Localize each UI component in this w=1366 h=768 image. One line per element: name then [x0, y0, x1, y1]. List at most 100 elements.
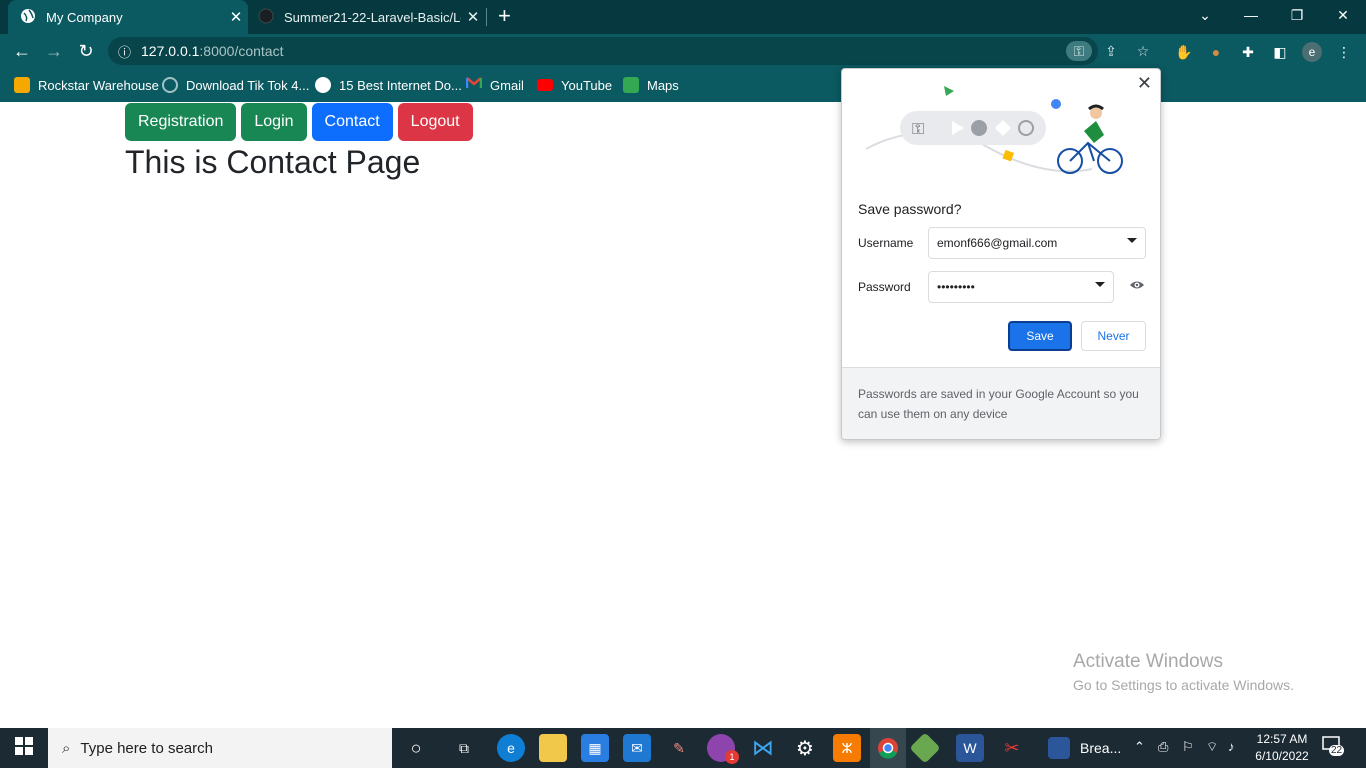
activate-windows-title: Activate Windows — [1073, 651, 1223, 672]
gmail-icon — [465, 77, 483, 93]
share-icon[interactable]: ⇪ — [1098, 41, 1124, 61]
maps-icon — [623, 77, 639, 93]
bookmark-internet[interactable]: 15 Best Internet Do... — [315, 76, 462, 94]
tab-title: Summer21-22-Laravel-Basic/Logi — [284, 9, 461, 25]
settings-gear-icon[interactable]: ⚙ — [791, 734, 819, 762]
language-icon[interactable]: ⚐ — [1182, 739, 1194, 755]
taskbar-search-box[interactable]: ⌕ Type here to search — [48, 728, 392, 768]
username-label: Username — [858, 236, 914, 250]
bookmark-tiktok[interactable]: Download Tik Tok 4... — [162, 76, 309, 94]
adblock-icon[interactable]: ✋ — [1174, 42, 1194, 62]
chevron-up-icon[interactable]: ⌃ — [1134, 739, 1145, 755]
bookmark-gmail[interactable]: Gmail — [465, 76, 524, 94]
tab-search-icon[interactable]: ⌄ — [1182, 0, 1228, 30]
chevron-down-icon[interactable] — [1095, 282, 1105, 287]
side-panel-icon[interactable]: ◧ — [1270, 42, 1290, 62]
bookmark-label: Maps — [647, 77, 679, 93]
volume-icon[interactable]: ♪ — [1228, 739, 1235, 754]
youtube-icon — [537, 79, 553, 91]
browser-toolbar: ← → ↻ ⓘ 127.0.0.1:8000/contact ⚿ ⇪ ☆ ✋ ●… — [0, 34, 1366, 68]
bookmark-label: YouTube — [561, 77, 613, 93]
news-label[interactable]: Brea... — [1080, 740, 1121, 756]
new-tab-button[interactable]: + — [498, 4, 511, 28]
forward-arrow-icon[interactable]: → — [42, 39, 66, 63]
restore-button[interactable]: ❐ — [1274, 0, 1320, 30]
tab-github[interactable]: Summer21-22-Laravel-Basic/Logi ✕ — [250, 0, 485, 34]
profile-avatar[interactable]: e — [1302, 42, 1322, 62]
username-field[interactable]: emonf666@gmail.com — [928, 227, 1146, 259]
tab-separator — [486, 8, 487, 26]
file-explorer-icon[interactable] — [539, 734, 567, 762]
edge-icon[interactable]: e — [497, 734, 525, 762]
tab-my-company[interactable]: My Company ✕ — [8, 0, 248, 34]
reload-icon[interactable]: ↻ — [74, 39, 98, 63]
bookmarks-bar: Rockstar Warehouse Download Tik Tok 4...… — [0, 68, 1366, 102]
clock-time: 12:57 AM — [1256, 732, 1308, 746]
rockstar-icon — [14, 77, 30, 93]
search-placeholder: Type here to search — [80, 739, 213, 757]
bookmark-star-icon[interactable]: ☆ — [1130, 41, 1156, 61]
close-tab-icon[interactable]: ✕ — [461, 8, 485, 26]
bookmark-label: Download Tik Tok 4... — [186, 77, 310, 93]
bookmark-label: Rockstar Warehouse — [38, 77, 159, 93]
logout-button[interactable]: Logout — [397, 103, 473, 141]
cookie-icon[interactable]: ● — [1206, 42, 1226, 62]
info-icon[interactable]: ⓘ — [118, 42, 131, 61]
password-label: Password — [858, 280, 911, 294]
xampp-icon[interactable]: ⵣ — [833, 734, 861, 762]
meet-now-icon[interactable]: ⎙ — [1158, 739, 1168, 755]
store-icon[interactable]: ▦ — [581, 734, 609, 762]
url-path: :8000/contact — [199, 43, 284, 59]
back-arrow-icon[interactable]: ← — [10, 39, 34, 63]
snipping-tool-icon[interactable]: ✂ — [998, 734, 1026, 762]
close-window-button[interactable]: ✕ — [1320, 0, 1366, 30]
url-host: 127.0.0.1 — [141, 43, 200, 59]
clock[interactable]: 12:57 AM 6/10/2022 — [1250, 731, 1314, 765]
close-tab-icon[interactable]: ✕ — [224, 8, 248, 26]
bookmark-rockstar[interactable]: Rockstar Warehouse — [14, 76, 159, 94]
globe-icon — [20, 8, 36, 27]
task-view-icon[interactable]: ⧉ — [450, 734, 478, 762]
dialog-title: Save password? — [858, 201, 962, 217]
mail-icon[interactable]: ✉ — [623, 734, 651, 762]
tab-title: My Company — [46, 9, 123, 25]
login-button[interactable]: Login — [241, 103, 307, 141]
bookmark-youtube[interactable]: YouTube — [537, 76, 612, 94]
nav-links: Registration Login Contact Logout — [125, 103, 478, 141]
vscode-icon[interactable]: ⋈ — [749, 734, 777, 762]
cortana-icon[interactable]: ○ — [402, 734, 430, 762]
registration-button[interactable]: Registration — [125, 103, 237, 141]
notification-count: 22 — [1329, 745, 1345, 756]
messenger-icon[interactable]: 1 — [707, 734, 739, 764]
password-value: ••••••••• — [937, 280, 975, 294]
password-field[interactable]: ••••••••• — [928, 271, 1114, 303]
start-button[interactable] — [0, 728, 48, 768]
news-icon[interactable] — [1048, 737, 1070, 759]
chevron-down-icon[interactable] — [1127, 238, 1137, 243]
contact-button[interactable]: Contact — [311, 103, 393, 141]
eye-icon[interactable] — [1128, 279, 1146, 295]
browser-titlebar: My Company ✕ Summer21-22-Laravel-Basic/L… — [0, 0, 1366, 34]
notification-center-icon[interactable]: 22 — [1322, 736, 1346, 760]
save-button[interactable]: Save — [1008, 321, 1072, 351]
minimize-button[interactable]: — — [1228, 0, 1274, 30]
close-icon[interactable]: ✕ — [1137, 73, 1152, 94]
menu-dots-icon[interactable]: ⋮ — [1334, 42, 1354, 62]
page-title: This is Contact Page — [125, 144, 421, 180]
wifi-icon[interactable]: ⌔ — [1206, 739, 1218, 755]
git-icon[interactable] — [909, 732, 941, 764]
address-bar[interactable]: ⓘ 127.0.0.1:8000/contact ⚿ ⇪ ☆ — [108, 37, 1149, 65]
github-icon — [258, 8, 274, 27]
extensions-puzzle-icon[interactable]: ✚ — [1238, 42, 1258, 62]
bookmark-maps[interactable]: Maps — [623, 76, 679, 94]
tiktok-icon — [162, 77, 178, 93]
username-value: emonf666@gmail.com — [937, 236, 1058, 250]
word-icon[interactable]: W — [956, 734, 984, 762]
windows-taskbar: ⌕ Type here to search ○ ⧉ e ▦ ✉ ✎ 1 ⋈ ⚙ … — [0, 728, 1366, 768]
never-button[interactable]: Never — [1081, 321, 1146, 351]
key-icon[interactable]: ⚿ — [1066, 41, 1092, 61]
chrome-icon[interactable] — [870, 728, 906, 768]
bookmark-label: Gmail — [490, 77, 524, 93]
search-icon: ⌕ — [62, 739, 71, 757]
paint-icon[interactable]: ✎ — [665, 734, 693, 762]
